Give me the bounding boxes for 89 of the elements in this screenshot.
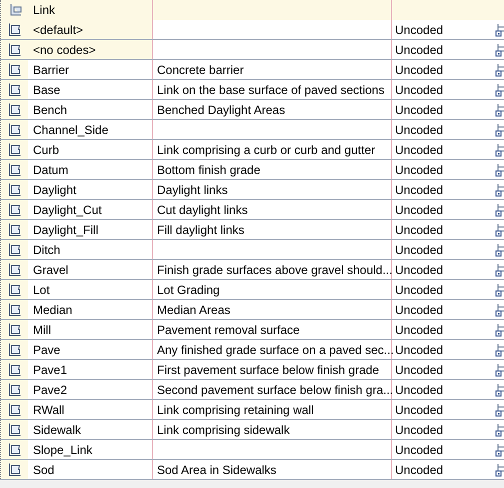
style-name[interactable]: Median [28,300,152,319]
render-code: Uncoded [395,82,444,96]
style-icon [7,182,23,198]
style-name[interactable]: Daylight_Cut [28,200,152,219]
render-code: Uncoded [395,202,444,216]
render-code: Uncoded [395,402,444,416]
style-icon [7,202,23,218]
style-icon [7,242,23,258]
render-code: Uncoded [395,362,444,376]
style-icon [7,222,23,238]
render-code: Uncoded [395,462,444,476]
style-name[interactable]: Bench [28,100,152,119]
description-cell: Link comprising sidewalk [152,420,392,439]
render-code: Uncoded [395,62,444,76]
style-icon [7,42,23,58]
description-cell: Link comprising a curb or curb and gutter [152,140,392,159]
description-cell: Link comprising retaining wall [152,400,392,419]
style-name[interactable]: Gravel [28,260,152,279]
style-name[interactable]: RWall [28,400,152,419]
style-icon [7,82,23,98]
style-name[interactable]: Mill [28,320,152,339]
description-cell: Finish grade surfaces above gravel should... [152,260,392,279]
style-name[interactable]: Curb [28,140,152,159]
description-cell: Median Areas [152,300,392,319]
style-name[interactable]: Daylight_Fill [28,220,152,239]
style-name[interactable]: Slope_Link [28,440,152,459]
style-icon [7,142,23,158]
style-icon [7,462,23,478]
description-cell: Any finished grade surface on a paved sec... [152,340,392,359]
style-icon [7,402,23,418]
render-code: Uncoded [395,262,444,276]
render-code: Uncoded [395,222,444,236]
group-label: Link [32,2,56,19]
style-name[interactable]: Sod [28,460,152,479]
style-icon [7,362,23,378]
render-code: Uncoded [395,422,444,436]
style-name[interactable]: Datum [28,160,152,179]
render-code: Uncoded [395,142,444,156]
tree-node-icon [9,3,23,17]
description-cell: Benched Daylight Areas [152,100,392,119]
render-code: Uncoded [395,302,444,316]
style-name[interactable]: Pave2 [28,380,152,399]
description-cell: Concrete barrier [152,60,392,79]
style-name[interactable]: Daylight [28,180,152,199]
description-cell: Fill daylight links [152,220,392,239]
description-cell: Daylight links [152,180,392,199]
description-cell: Sod Area in Sidewalks [152,460,392,479]
description-cell: Link on the base surface of paved sections [152,80,392,99]
render-code: Uncoded [395,182,444,196]
render-code: Uncoded [395,102,444,116]
render-code: Uncoded [395,22,444,36]
style-name[interactable]: Ditch [28,240,152,259]
style-name[interactable]: Barrier [28,60,152,79]
style-icon [7,102,23,118]
description-cell: Cut daylight links [152,200,392,219]
description-cell: Lot Grading [152,280,392,299]
render-code: Uncoded [395,162,444,176]
style-name[interactable]: Base [28,80,152,99]
style-name[interactable]: Channel_Side [28,120,152,139]
style-icon [7,422,23,438]
render-code: Uncoded [395,342,444,356]
style-name[interactable]: <no codes> [28,40,152,59]
description-cell: First pavement surface below finish grade [152,360,392,379]
render-code: Uncoded [395,322,444,336]
description-cell: Pavement removal surface [152,320,392,339]
render-code: Uncoded [395,242,444,256]
style-name[interactable]: Sidewalk [28,420,152,439]
style-icon [7,302,23,318]
render-code: Uncoded [395,42,444,56]
style-icon [7,282,23,298]
style-icon [7,122,23,138]
style-icon [7,442,23,458]
render-code: Uncoded [395,282,444,296]
style-icon [7,162,23,178]
description-cell: Second pavement surface below finish gra... [152,380,392,399]
style-icon [7,322,23,338]
render-code: Uncoded [395,442,444,456]
style-icon [7,262,23,278]
style-name[interactable]: Pave1 [28,360,152,379]
render-code: Uncoded [395,382,444,396]
style-name[interactable]: <default> [28,20,152,39]
style-name[interactable]: Pave [28,340,152,359]
style-icon [7,22,23,38]
render-code: Uncoded [395,122,444,136]
style-name[interactable]: Lot [28,280,152,299]
style-icon [7,342,23,358]
description-cell: Bottom finish grade [152,160,392,179]
style-icon [7,382,23,398]
style-icon [7,62,23,78]
